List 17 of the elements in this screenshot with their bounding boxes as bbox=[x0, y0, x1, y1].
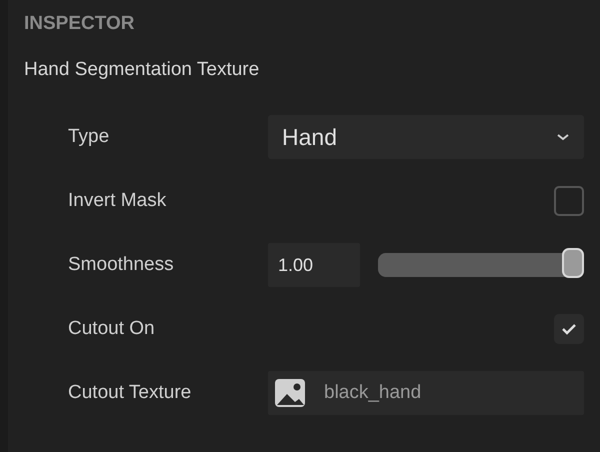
image-icon bbox=[274, 378, 306, 408]
texture-field[interactable]: black_hand bbox=[268, 371, 584, 415]
value-field[interactable]: 1.00 bbox=[268, 243, 360, 287]
texture-name: black_hand bbox=[324, 382, 422, 404]
property-label: Invert Mask bbox=[68, 190, 168, 212]
panel-title: INSPECTOR bbox=[23, 12, 136, 36]
property-label: Type bbox=[68, 126, 110, 148]
checkbox[interactable] bbox=[554, 186, 584, 216]
checkmark-icon bbox=[561, 323, 577, 335]
slider[interactable] bbox=[378, 250, 584, 280]
property-label: Cutout Texture bbox=[68, 382, 192, 404]
chevron-down-icon bbox=[556, 132, 570, 142]
checkbox[interactable] bbox=[554, 314, 584, 344]
property-label: Smoothness bbox=[68, 254, 175, 276]
property-label: Cutout On bbox=[68, 318, 156, 340]
type-dropdown[interactable]: Hand bbox=[268, 115, 584, 159]
component-title: Hand Segmentation Texture bbox=[23, 58, 260, 82]
